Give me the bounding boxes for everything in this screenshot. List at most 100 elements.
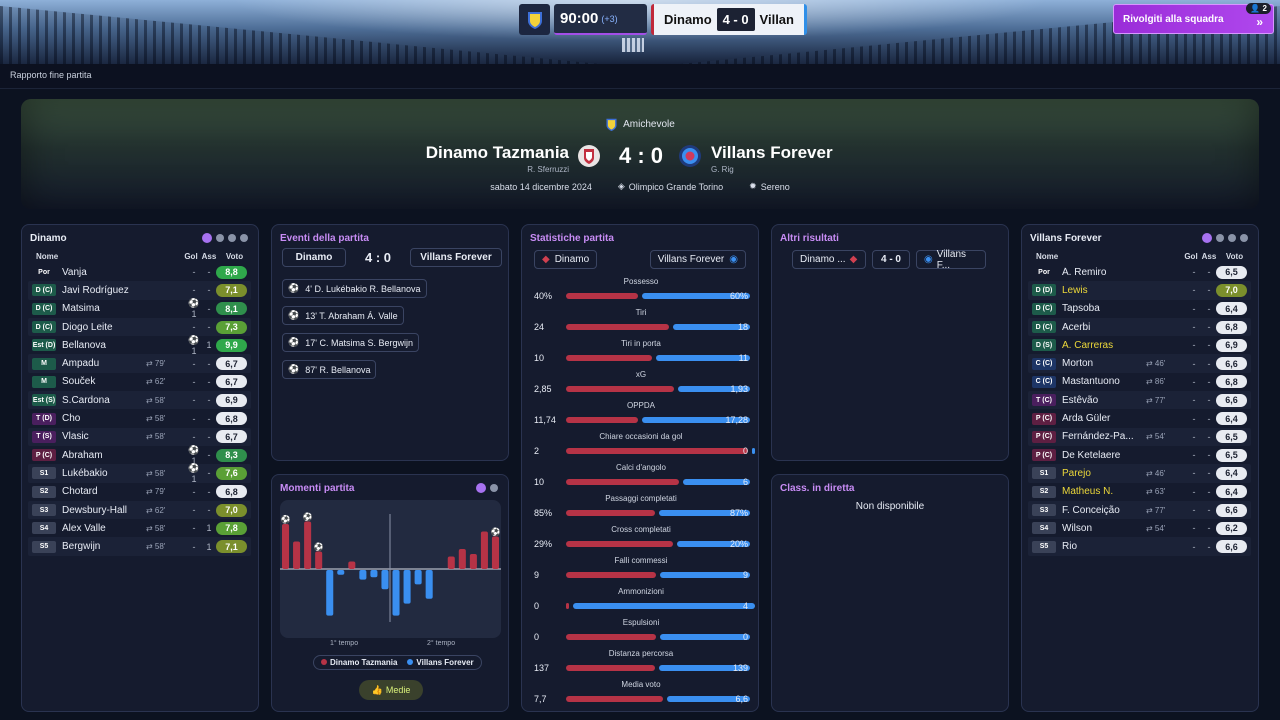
player-row[interactable]: S3 Dewsbury-Hall ⇄ 62' - -7,0 (28, 500, 251, 520)
player-row[interactable]: S5 Bergwijn ⇄ 58' -1 7,1 (28, 537, 251, 556)
page-dot[interactable] (1216, 234, 1224, 242)
player-name[interactable]: Dewsbury-Hall (62, 505, 146, 516)
header-ass[interactable]: Ass (1200, 252, 1218, 261)
player-name[interactable]: Vanja (62, 267, 146, 278)
player-row[interactable]: D (D) Lewis - -7,0 (1028, 281, 1251, 300)
player-row[interactable]: D (C) Tapsoba - -6,4 (1028, 300, 1251, 318)
page-dot[interactable] (202, 233, 212, 243)
player-name[interactable]: S.Cardona (62, 395, 146, 406)
player-name[interactable]: Matsima (62, 303, 146, 314)
averages-button[interactable]: 👍 Medie (359, 680, 423, 700)
player-name[interactable]: Álex Valle (62, 523, 146, 534)
player-name[interactable]: Rio (1062, 541, 1146, 552)
result-row[interactable]: Dinamo ... ◆ 4 - 0 ◉ Villans F... (792, 249, 986, 271)
player-row[interactable]: S5 Rio - -6,6 (1028, 537, 1251, 556)
player-name[interactable]: F. Conceição (1062, 505, 1146, 516)
player-row[interactable]: T (D) Cho ⇄ 58' - -6,8 (28, 409, 251, 427)
player-row[interactable]: P (C) Fernández-Pa... ⇄ 54' - -6,5 (1028, 427, 1251, 446)
page-dot[interactable] (1240, 234, 1248, 242)
player-name[interactable]: Acerbi (1062, 322, 1146, 333)
header-gol[interactable]: Gol (1182, 252, 1200, 261)
player-row[interactable]: Est (S) S.Cardona ⇄ 58' - -6,9 (28, 391, 251, 410)
player-name[interactable]: Á. Remiro (1062, 267, 1146, 278)
header-name[interactable]: Nome (1036, 252, 1182, 261)
player-row[interactable]: C (C) Mastantuono ⇄ 86' - -6,8 (1028, 373, 1251, 391)
lineup-header: Nome Gol Ass Voto (1028, 249, 1251, 263)
player-row[interactable]: S1 Parejo ⇄ 46' - -6,4 (1028, 464, 1251, 483)
goal-event[interactable]: ⚽ 13' T. Abraham Á. Valle (282, 306, 404, 325)
player-row[interactable]: M Ampadu ⇄ 79' - -6,7 (28, 354, 251, 373)
player-row[interactable]: D (S) A. Carreras - -6,9 (1028, 336, 1251, 354)
player-name[interactable]: Ampadu (62, 358, 146, 369)
player-name[interactable]: Wilson (1062, 523, 1146, 534)
player-name[interactable]: Arda Güler (1062, 413, 1146, 424)
player-row[interactable]: S2 Chotard ⇄ 79' - -6,8 (28, 483, 251, 501)
player-row[interactable]: D (C) Javi Rodríguez - -7,1 (28, 281, 251, 300)
player-row[interactable]: D (C) Diogo Leite - -7,3 (28, 317, 251, 337)
player-row[interactable]: D (C) Matsima ⚽1-8,1 (28, 298, 251, 319)
page-dots[interactable] (1202, 233, 1248, 243)
away-team-name[interactable]: Villans Forever (711, 143, 833, 163)
player-row[interactable]: P (C) Arda Güler - -6,4 (1028, 409, 1251, 427)
page-dot[interactable] (216, 234, 224, 242)
player-name[interactable]: Bergwijn (62, 541, 146, 552)
header-name[interactable]: Nome (36, 252, 182, 261)
player-name[interactable]: Cho (62, 413, 146, 424)
talk-to-team-button[interactable]: Rivolgiti alla squadra » 👤 2 (1113, 3, 1274, 34)
player-row[interactable]: S3 F. Conceição ⇄ 77' - -6,6 (1028, 500, 1251, 520)
player-name[interactable]: Tapsoba (1062, 303, 1146, 314)
goal-event[interactable]: ⚽ 4' D. Lukébakio R. Bellanova (282, 279, 427, 298)
page-dot[interactable] (490, 484, 498, 492)
stat-label: Tiri in porta (621, 339, 661, 348)
page-dot[interactable] (228, 234, 236, 242)
header-gol[interactable]: Gol (182, 252, 200, 261)
player-name[interactable]: Souček (62, 376, 146, 387)
player-name[interactable]: Javi Rodríguez (62, 285, 146, 296)
player-row[interactable]: S2 Matheus N. ⇄ 63' - -6,4 (1028, 483, 1251, 501)
player-row[interactable]: S4 Wilson ⇄ 54' - -6,2 (1028, 519, 1251, 537)
player-name[interactable]: Estêvão (1062, 395, 1146, 406)
player-name[interactable]: Chotard (62, 486, 146, 497)
player-name[interactable]: De Ketelaere (1062, 450, 1146, 461)
page-dots[interactable] (476, 483, 498, 493)
player-row[interactable]: D (C) Acerbi - -6,8 (1028, 317, 1251, 337)
rating-badge: 7,1 (216, 283, 247, 297)
goal-event[interactable]: ⚽ 17' C. Matsima S. Bergwijn (282, 333, 419, 352)
player-name[interactable]: Vlasic (62, 431, 146, 442)
player-row[interactable]: M Souček ⇄ 62' - -6,7 (28, 373, 251, 391)
header-voto[interactable]: Voto (218, 252, 251, 261)
player-row[interactable]: S4 Álex Valle ⇄ 58' -1 7,8 (28, 519, 251, 537)
panel-title: Statistiche partita (530, 233, 614, 244)
player-name[interactable]: Diogo Leite (62, 322, 146, 333)
player-row[interactable]: T (C) Estêvão ⇄ 77' - -6,6 (1028, 391, 1251, 410)
header-ass[interactable]: Ass (200, 252, 218, 261)
page-dot[interactable] (476, 483, 486, 493)
player-name[interactable]: Lewis (1062, 285, 1146, 296)
page-dot[interactable] (240, 234, 248, 242)
player-name[interactable]: A. Carreras (1062, 340, 1146, 351)
live-scorebar[interactable]: 90:00 (+3) Dinamo 4 - 0 Villan (519, 4, 807, 35)
moments-chart[interactable]: ⚽ ⚽ ⚽ ⚽ (280, 500, 501, 638)
page-dot[interactable] (1202, 233, 1212, 243)
player-row[interactable]: S1 Lukébakio ⇄ 58' ⚽1-7,6 (28, 463, 251, 484)
player-row[interactable]: Est (D) Bellanova ⚽1 1 9,9 (28, 335, 251, 356)
player-name[interactable]: Bellanova (62, 340, 146, 351)
player-name[interactable]: Abraham (62, 450, 146, 461)
player-row[interactable]: P (C) De Ketelaere - -6,5 (1028, 446, 1251, 464)
home-team-name[interactable]: Dinamo Tazmania (426, 143, 569, 163)
page-dots[interactable] (202, 233, 248, 243)
player-row[interactable]: P (C) Abraham ⚽1-8,3 (28, 445, 251, 466)
goal-event[interactable]: ⚽ 87' R. Bellanova (282, 360, 377, 379)
player-name[interactable]: Lukébakio (62, 468, 146, 479)
player-name[interactable]: Mastantuono (1062, 376, 1146, 387)
player-row[interactable]: Por Á. Remiro - -6,5 (1028, 263, 1251, 281)
player-name[interactable]: Matheus N. (1062, 486, 1146, 497)
player-name[interactable]: Fernández-Pa... (1062, 431, 1146, 442)
page-dot[interactable] (1228, 234, 1236, 242)
player-row[interactable]: Por Vanja - -8,8 (28, 263, 251, 281)
player-name[interactable]: Parejo (1062, 468, 1146, 479)
header-voto[interactable]: Voto (1218, 252, 1251, 261)
player-name[interactable]: Morton (1062, 358, 1146, 369)
player-row[interactable]: T (S) Vlasic ⇄ 58' - -6,7 (28, 427, 251, 446)
player-row[interactable]: C (C) Morton ⇄ 46' - -6,6 (1028, 354, 1251, 373)
